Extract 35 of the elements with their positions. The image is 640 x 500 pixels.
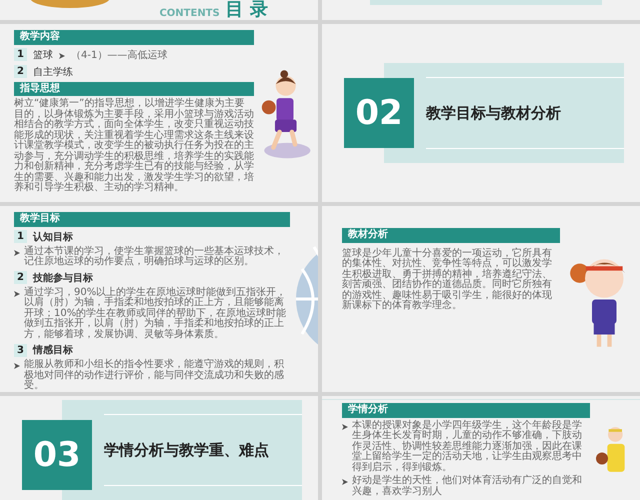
bullet-arrow-icon (342, 424, 348, 430)
bullet-arrow-icon (14, 290, 20, 296)
bullet-arrow-icon (58, 53, 65, 59)
item-label: 自主学练 (32, 66, 73, 78)
goal-title: 认知目标 (32, 230, 73, 244)
section-heading: 教学内容 (14, 30, 254, 44)
body-text: 篮球是少年儿童十分喜爱的一项运动，它所具有的集体性、对抗性、竞争性等特点，可以激发学生积极进取、勇于拼搏的精神，培养遵纪守法、刻苦顽强、团结协作的道德品质。同时它所独有的游戏性、趣味性易于吸引学生，能很好的体现新课标下的体育教学理念。 (342, 248, 553, 312)
item-label: 篮球 (32, 48, 53, 62)
slide-subtitle: CONTENTS (159, 8, 220, 19)
bullet-arrow-icon (14, 250, 20, 256)
section-number: 03 (22, 420, 92, 490)
section-heading: 学情分析 (342, 403, 590, 418)
item-number: 1 (14, 48, 27, 61)
section-heading: 指导思想 (14, 82, 254, 96)
goal-title: 技能参与目标 (32, 272, 93, 284)
bullet-arrow-icon (14, 363, 20, 369)
body-text: 本课的授课对象是小学四年级学生，这个年龄段是学生身体生长发育时期，儿童的动作不够准确，下肢动作灵活性、协调性较差思维能力逐渐加强，因此在课堂上留给学生一定的活动天地，让学生由观察思考中得到启示，得到锻炼。 (352, 420, 583, 473)
bullet-arrow-icon (342, 479, 348, 485)
section-title: 学情分析与教学重、难点 (104, 440, 270, 460)
section-number: 02 (344, 78, 414, 148)
item-number: 2 (14, 271, 27, 284)
item-number: 1 (14, 230, 27, 243)
body-text: 通过本节课的学习，使学生掌握篮球的一些基本运球技术，记住原地运球的动作要点，明确拍球与运球的区别。 (24, 246, 285, 268)
slide-title: 目 录 (226, 1, 268, 19)
body-text: 好动是学生的天性，他们对体育活动有广泛的自觉和兴趣，喜欢学习别人 (352, 476, 583, 497)
body-text: 树立“健康第一”的指导思想，以增进学生健康为主要目的，以身体锻炼为主要手段，采用小篮球与游戏活动相结合的教学方式，面向全体学生，改变只重视运动技能形成的现状，关注重视着学生心理需求这条主线来设计课堂教学模式，改变学生的被动执行任务为投在的主动参与，充分调动学生的积极思维，培养学生的实践能力和创新精神，充分考虑学生已有的技能与经验，从学生的需要、兴趣和能力出发，激发学生学习的欲望，培养和引导学生积极、主动的学习精神。 (14, 99, 254, 194)
item-number: 3 (14, 344, 27, 356)
section-heading: 教学目标 (14, 212, 290, 226)
section-title: 教学目标与教材分析 (426, 104, 562, 122)
section-heading: 教材分析 (342, 228, 560, 242)
item-number: 2 (14, 65, 27, 78)
body-text: 通过学习，90%以上的学生在原地运球时能做到五指张开，以肩（肘）为轴，手指柔和地按拍球的正上方，且能够能离开球；10%的学生在教师或同伴的帮助下，在原地运球时能做到五指张开，以肩（肘）为轴，手指柔和地按拍球的正上方，能够着球，发展协调、灵敏等身体素质。 (24, 288, 288, 340)
body-text: 能服从教师和小组长的指令性要求，能遵守游戏的规则，积极地对同伴的动作进行评价，能与同伴交流成功和失败的感受。 (24, 360, 285, 392)
goal-title: 情感目标 (32, 344, 73, 357)
item-note: （4-1）——高低运球 (70, 48, 168, 62)
